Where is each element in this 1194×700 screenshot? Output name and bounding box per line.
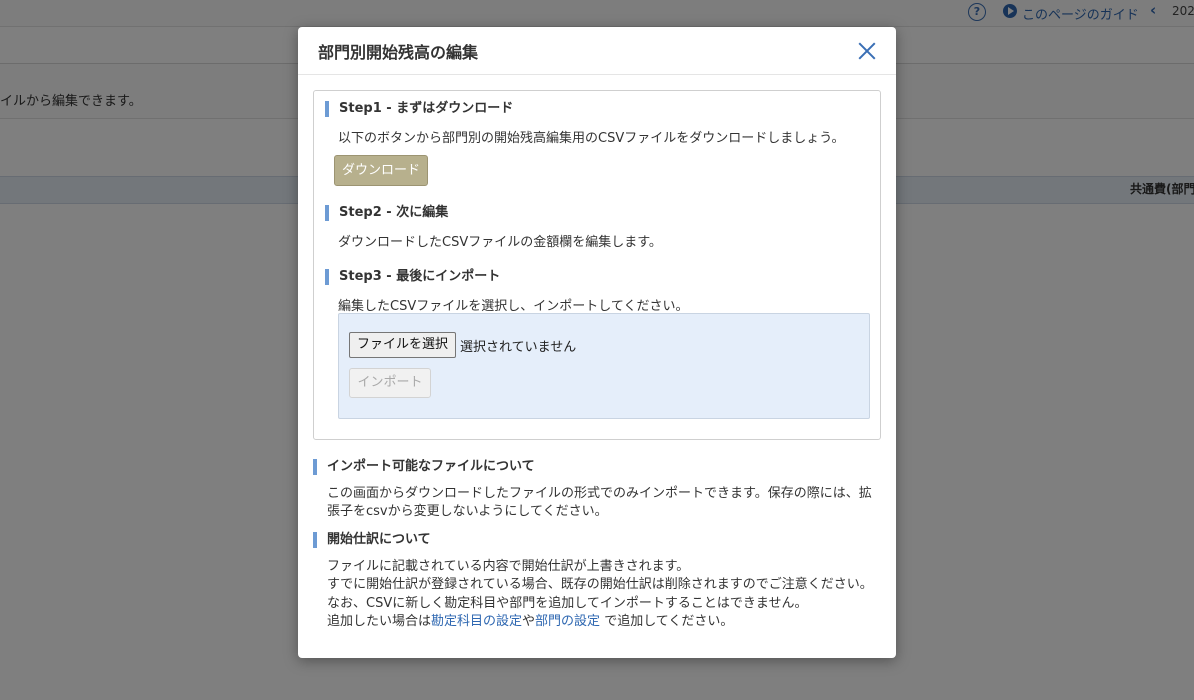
opening-entries-line3: なお、CSVに新しく勘定科目や部門を追加してインポートすることはできません。 xyxy=(327,596,808,611)
edit-opening-balance-dialog: 部門別開始残高の編集 Step1 - まずはダウンロード 以下のボタンから部門別… xyxy=(298,27,896,658)
step1-text: 以下のボタンから部門別の開始残高編集用のCSVファイルをダウンロードしましょう。 xyxy=(338,131,845,146)
step2-heading: Step2 - 次に編集 xyxy=(325,205,448,221)
step2-text: ダウンロードしたCSVファイルの金額欄を編集します。 xyxy=(338,235,662,250)
file-status-text: 選択されていません xyxy=(460,340,577,355)
importable-files-heading: インポート可能なファイルについて xyxy=(313,459,535,475)
dialog-header: 部門別開始残高の編集 xyxy=(298,27,896,75)
importable-files-line2: 張子をcsvから変更しないようにしてください。 xyxy=(327,504,608,519)
step1-heading: Step1 - まずはダウンロード xyxy=(325,101,513,117)
line4-suffix: で追加してください。 xyxy=(600,614,734,629)
import-panel: ファイルを選択 選択されていません インポート xyxy=(338,313,870,419)
close-icon[interactable] xyxy=(856,40,878,62)
dialog-title: 部門別開始残高の編集 xyxy=(318,43,479,62)
account-settings-link[interactable]: 勘定科目の設定 xyxy=(431,614,522,629)
opening-entries-line2: すでに開始仕訳が登録されている場合、既存の開始仕訳は削除されますのでご注意くださ… xyxy=(327,577,873,592)
opening-entries-heading: 開始仕訳について xyxy=(313,532,431,548)
steps-panel: Step1 - まずはダウンロード 以下のボタンから部門別の開始残高編集用のCS… xyxy=(313,90,881,440)
opening-entries-line4: 追加したい場合は勘定科目の設定や部門の設定 で追加してください。 xyxy=(327,613,733,631)
step3-text: 編集したCSVファイルを選択し、インポートしてください。 xyxy=(338,299,689,314)
line4-mid: や xyxy=(522,614,536,629)
importable-files-line1: この画面からダウンロードしたファイルの形式でのみインポートできます。保存の際には… xyxy=(327,486,872,501)
opening-entries-line1: ファイルに記載されている内容で開始仕訳が上書きされます。 xyxy=(327,559,690,574)
choose-file-button[interactable]: ファイルを選択 xyxy=(349,332,456,358)
department-settings-link[interactable]: 部門の設定 xyxy=(535,614,600,629)
import-button[interactable]: インポート xyxy=(349,368,431,398)
step3-heading: Step3 - 最後にインポート xyxy=(325,269,500,285)
line4-prefix: 追加したい場合は xyxy=(327,614,432,629)
download-button[interactable]: ダウンロード xyxy=(334,155,428,186)
